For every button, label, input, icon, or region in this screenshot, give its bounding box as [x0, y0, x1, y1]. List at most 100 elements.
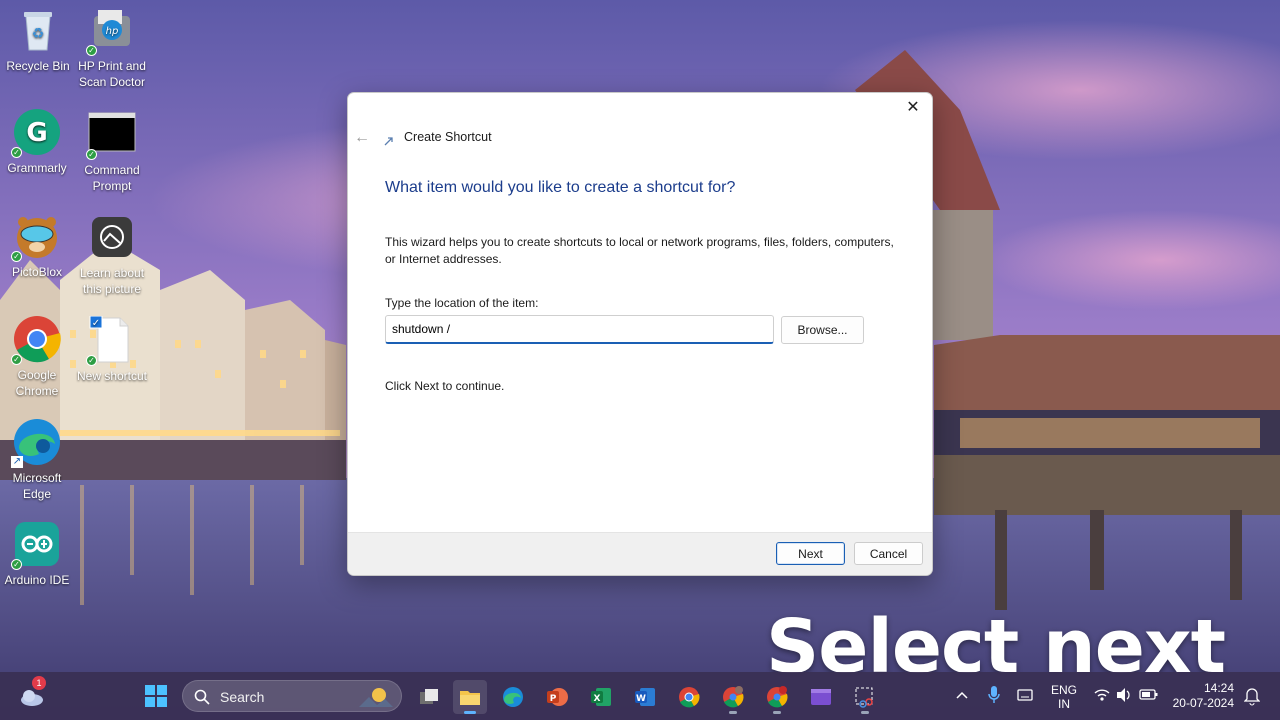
edge-icon	[503, 687, 523, 707]
desktop-icon-microsoft-edge[interactable]: ↗ Microsoft Edge	[0, 418, 74, 502]
folder-icon	[460, 691, 480, 705]
shortcut-app-icon	[384, 137, 393, 146]
powerpoint-icon: P	[547, 688, 568, 706]
chrome-icon: ✓	[11, 315, 61, 365]
search-highlight-icon	[359, 688, 393, 707]
widgets-button[interactable]: 1	[18, 676, 46, 710]
snipping-tool-icon	[855, 687, 873, 708]
search-label: Search	[220, 689, 265, 705]
input-language-button[interactable]: ENG IN	[1049, 683, 1079, 711]
taskbar-search-box[interactable]: Search	[182, 680, 402, 712]
recycle-bin-icon: ♻	[14, 6, 62, 54]
cancel-button[interactable]: Cancel	[854, 542, 923, 565]
network-volume-battery-button[interactable]	[1093, 682, 1163, 708]
language-code: ENG	[1050, 683, 1077, 697]
svg-text:✓: ✓	[92, 318, 100, 329]
back-button[interactable]: ←	[354, 129, 372, 147]
clock[interactable]: 14:24 20-07-2024	[1170, 681, 1234, 711]
taskbar: 1 Search P X W ENG IN 14:24 20-07-2024	[0, 672, 1280, 720]
video-editor-icon	[811, 689, 831, 705]
keyboard-tray-button[interactable]	[1016, 682, 1036, 708]
svg-text:♻: ♻	[32, 26, 45, 42]
task-view-icon	[420, 689, 438, 704]
close-icon: ✕	[906, 99, 920, 116]
search-icon	[194, 689, 210, 705]
taskbar-edge[interactable]	[496, 680, 530, 714]
arduino-icon: ✓	[11, 520, 61, 570]
microphone-button[interactable]	[987, 682, 1003, 708]
dialog-title: Create Shortcut	[404, 130, 492, 144]
taskbar-chrome-profile[interactable]	[716, 680, 750, 714]
microphone-icon	[988, 686, 1000, 703]
taskbar-chrome-profile-2[interactable]	[760, 680, 794, 714]
taskbar-chrome[interactable]	[672, 680, 706, 714]
desktop-icon-label: Arduino IDE	[4, 573, 70, 587]
windows-logo-icon	[145, 685, 167, 707]
desktop-icon-label: Grammarly	[7, 161, 67, 175]
command-prompt-icon: ✓	[86, 110, 136, 160]
desktop-icon-grammarly[interactable]: G ✓ Grammarly	[0, 108, 74, 176]
hp-print-scan-icon: hp ✓	[86, 6, 136, 56]
start-button[interactable]	[145, 685, 167, 707]
dialog-heading: What item would you like to create a sho…	[385, 179, 736, 196]
desktop-icon-pictoblox[interactable]: ✓ PictoBlox	[0, 212, 74, 280]
taskbar-word[interactable]: W	[628, 680, 662, 714]
desktop-icon-label: Microsoft Edge	[12, 471, 62, 501]
task-view-button[interactable]	[412, 680, 446, 714]
location-label: Type the location of the item:	[385, 296, 539, 310]
excel-icon: X	[591, 688, 611, 706]
chevron-up-icon	[956, 691, 968, 699]
close-button[interactable]: ✕	[900, 97, 926, 119]
next-button[interactable]: Next	[776, 542, 845, 565]
svg-text:W: W	[636, 694, 646, 704]
taskbar-excel[interactable]: X	[584, 680, 618, 714]
clock-date: 20-07-2024	[1172, 696, 1234, 710]
show-hidden-icons-button[interactable]	[955, 682, 971, 708]
desktop-icon-arduino-ide[interactable]: ✓ Arduino IDE	[0, 520, 74, 588]
desktop-icon-command-prompt[interactable]: ✓ Command Prompt	[75, 110, 149, 194]
chrome-profile-icon	[723, 686, 744, 708]
location-input[interactable]	[385, 315, 774, 344]
grammarly-icon: G ✓	[11, 108, 61, 158]
desktop-icon-google-chrome[interactable]: ✓ Google Chrome	[0, 315, 74, 399]
desktop-icon-label: Learn about this picture	[79, 266, 145, 296]
desktop-icon-label: HP Print and Scan Doctor	[78, 59, 146, 89]
desktop-icon-label: PictoBlox	[11, 265, 63, 279]
browse-button[interactable]: Browse...	[781, 316, 864, 344]
running-indicator	[729, 711, 737, 714]
active-indicator	[464, 711, 476, 714]
desktop-icon-learn-about-picture[interactable]: Learn about this picture	[75, 213, 149, 297]
camera-icon	[88, 213, 136, 261]
continue-hint: Click Next to continue.	[385, 379, 505, 393]
clock-time: 14:24	[1203, 681, 1234, 695]
taskbar-powerpoint[interactable]: P	[540, 680, 574, 714]
running-indicator	[861, 711, 869, 714]
taskbar-snipping-tool[interactable]	[848, 680, 882, 714]
taskbar-file-explorer[interactable]	[453, 680, 487, 714]
desktop-icon-recycle-bin[interactable]: ♻ Recycle Bin	[1, 6, 75, 74]
desktop-icon-label: New shortcut	[76, 369, 148, 383]
desktop-icon-label: Google Chrome	[15, 368, 59, 398]
running-indicator	[773, 711, 781, 714]
svg-text:X: X	[594, 694, 601, 704]
chrome-icon	[679, 687, 700, 708]
desktop-icon-new-shortcut[interactable]: ✓ ✓ New shortcut	[75, 315, 149, 384]
volume-icon	[1117, 688, 1130, 702]
blank-file-icon: ✓ ✓	[86, 315, 136, 366]
dialog-description: This wizard helps you to create shortcut…	[385, 235, 894, 266]
edge-icon: ↗	[11, 418, 61, 468]
widgets-badge: 1	[32, 676, 46, 690]
battery-icon	[1139, 689, 1158, 700]
svg-text:G: G	[26, 118, 47, 148]
desktop-icon-label: Command Prompt	[84, 163, 140, 193]
svg-text:P: P	[550, 694, 557, 704]
svg-text:hp: hp	[106, 26, 119, 37]
pictoblox-icon: ✓	[11, 212, 61, 262]
notifications-button[interactable]	[1243, 682, 1262, 708]
create-shortcut-dialog: ✕ ← Create Shortcut What item would you …	[347, 92, 933, 576]
back-arrow-icon: ←	[354, 129, 370, 146]
word-icon: W	[635, 688, 655, 706]
taskbar-video-editor[interactable]	[804, 680, 838, 714]
wifi-icon	[1094, 689, 1110, 701]
desktop-icon-hp-print-scan[interactable]: hp ✓ HP Print and Scan Doctor	[75, 6, 149, 90]
